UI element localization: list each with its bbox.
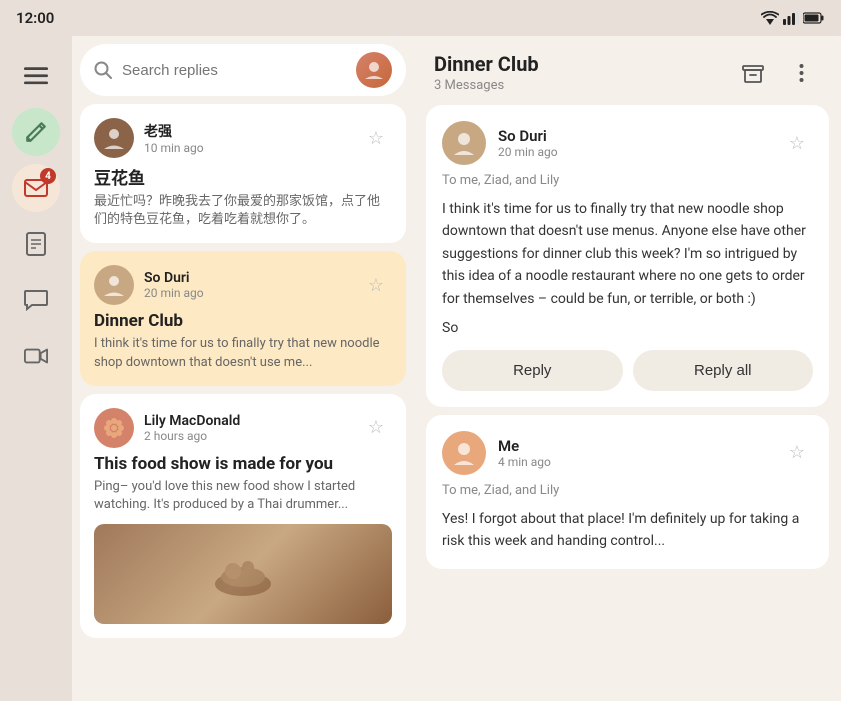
mail-button[interactable]: 4 bbox=[12, 164, 60, 212]
me-avatar bbox=[442, 431, 486, 475]
email-header: So Duri 20 min ago ☆ bbox=[94, 265, 392, 305]
msg-meta-1: So Duri 20 min ago bbox=[498, 127, 769, 159]
battery-icon bbox=[803, 12, 825, 24]
signal-icon bbox=[783, 11, 799, 25]
message-header-1: So Duri 20 min ago ☆ bbox=[442, 121, 813, 165]
thread-message-count: 3 Messages bbox=[434, 78, 539, 93]
email-card-email-2[interactable]: So Duri 20 min ago ☆ Dinner Club I think… bbox=[80, 251, 406, 385]
msg-star-1[interactable]: ☆ bbox=[781, 127, 813, 159]
msg-body-1: I think it's time for us to finally try … bbox=[442, 198, 813, 310]
messages-area: So Duri 20 min ago ☆ To me, Ziad, and Li… bbox=[414, 105, 841, 701]
email-subject: This food show is made for you bbox=[94, 454, 392, 474]
msg-sender-1: So Duri bbox=[498, 127, 769, 145]
left-sidebar: 4 bbox=[0, 36, 72, 701]
email-subject: 豆花鱼 bbox=[94, 164, 392, 189]
email-time: 2 hours ago bbox=[144, 429, 350, 443]
thread-title: Dinner Club bbox=[434, 52, 539, 76]
search-bar bbox=[80, 44, 406, 96]
compose-button[interactable] bbox=[12, 108, 60, 156]
email-meta: 老强 10 min ago bbox=[144, 121, 350, 155]
wifi-icon bbox=[761, 11, 779, 25]
email-star[interactable]: ☆ bbox=[360, 412, 392, 444]
chat-button[interactable] bbox=[12, 276, 60, 324]
more-options-button[interactable] bbox=[781, 53, 821, 93]
email-preview: Ping– you'd love this new food show I st… bbox=[94, 478, 392, 514]
search-icon bbox=[94, 61, 112, 79]
thumb-overlay bbox=[94, 524, 392, 624]
email-avatar bbox=[94, 265, 134, 305]
email-meta: So Duri 20 min ago bbox=[144, 270, 350, 300]
email-time: 10 min ago bbox=[144, 141, 350, 155]
msg-body-2: Yes! I forgot about that place! I'm defi… bbox=[442, 508, 813, 553]
email-star[interactable]: ☆ bbox=[360, 269, 392, 301]
email-subject: Dinner Club bbox=[94, 311, 392, 331]
msg-time-2: 4 min ago bbox=[498, 455, 769, 469]
menu-button[interactable] bbox=[12, 52, 60, 100]
email-preview: I think it's time for us to finally try … bbox=[94, 335, 392, 371]
thread-actions bbox=[733, 53, 821, 93]
reply-all-button[interactable]: Reply all bbox=[633, 350, 814, 391]
thread-panel: Dinner Club 3 Messages So Duri 20 min ag… bbox=[414, 36, 841, 701]
search-input[interactable] bbox=[122, 62, 346, 79]
food-thumbnail bbox=[94, 524, 392, 624]
archive-button[interactable] bbox=[733, 53, 773, 93]
email-sender: 老强 bbox=[144, 121, 350, 141]
email-list-panel: 老强 10 min ago ☆ 豆花鱼 最近忙吗？昨晚我去了你最爱的那家饭馆，点… bbox=[72, 36, 414, 701]
document-button[interactable] bbox=[12, 220, 60, 268]
email-card-email-3[interactable]: Lily MacDonald 2 hours ago ☆ This food s… bbox=[80, 394, 406, 638]
msg-signature-1: So bbox=[442, 320, 813, 336]
email-avatar bbox=[94, 118, 134, 158]
email-star[interactable]: ☆ bbox=[360, 122, 392, 154]
email-time: 20 min ago bbox=[144, 286, 350, 300]
reply-buttons-1: Reply Reply all bbox=[442, 350, 813, 391]
email-header: Lily MacDonald 2 hours ago ☆ bbox=[94, 408, 392, 448]
email-header: 老强 10 min ago ☆ bbox=[94, 118, 392, 158]
so-duri-avatar bbox=[442, 121, 486, 165]
msg-recipients-1: To me, Ziad, and Lily bbox=[442, 173, 813, 188]
user-avatar[interactable] bbox=[356, 52, 392, 88]
email-sender: Lily MacDonald bbox=[144, 413, 350, 429]
message-header-2: Me 4 min ago ☆ bbox=[442, 431, 813, 475]
message-card-2: Me 4 min ago ☆ To me, Ziad, and Lily Yes… bbox=[426, 415, 829, 569]
msg-meta-2: Me 4 min ago bbox=[498, 437, 769, 469]
msg-time-1: 20 min ago bbox=[498, 145, 769, 159]
status-bar: 12:00 bbox=[0, 0, 841, 36]
email-sender: So Duri bbox=[144, 270, 350, 286]
status-icons bbox=[761, 11, 825, 25]
email-meta: Lily MacDonald 2 hours ago bbox=[144, 413, 350, 443]
msg-sender-2: Me bbox=[498, 437, 769, 455]
email-avatar bbox=[94, 408, 134, 448]
msg-recipients-2: To me, Ziad, and Lily bbox=[442, 483, 813, 498]
reply-button[interactable]: Reply bbox=[442, 350, 623, 391]
mail-badge: 4 bbox=[40, 168, 56, 184]
status-time: 12:00 bbox=[16, 9, 54, 27]
thread-header: Dinner Club 3 Messages bbox=[414, 36, 841, 105]
message-card-1: So Duri 20 min ago ☆ To me, Ziad, and Li… bbox=[426, 105, 829, 407]
email-list: 老强 10 min ago ☆ 豆花鱼 最近忙吗？昨晚我去了你最爱的那家饭馆，点… bbox=[80, 104, 406, 646]
email-card-email-1[interactable]: 老强 10 min ago ☆ 豆花鱼 最近忙吗？昨晚我去了你最爱的那家饭馆，点… bbox=[80, 104, 406, 243]
email-preview: 最近忙吗？昨晚我去了你最爱的那家饭馆，点了他们的特色豆花鱼，吃着吃着就想你了。 bbox=[94, 193, 392, 229]
msg-star-2[interactable]: ☆ bbox=[781, 437, 813, 469]
video-button[interactable] bbox=[12, 332, 60, 380]
